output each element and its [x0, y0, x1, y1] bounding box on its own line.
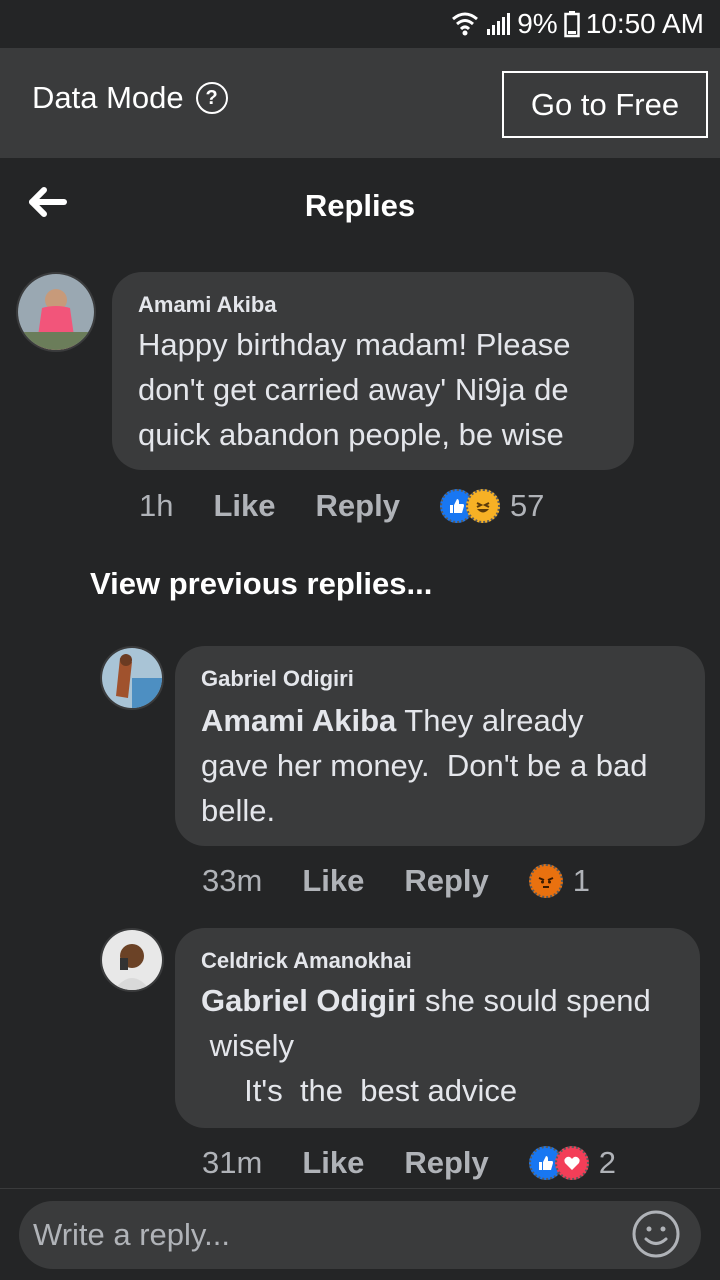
reply-button[interactable]: Reply	[404, 1145, 488, 1181]
like-button[interactable]: Like	[213, 488, 275, 524]
reply-time: 33m	[202, 863, 263, 898]
emoji-icon[interactable]	[631, 1209, 681, 1259]
angry-icon	[528, 864, 563, 898]
like-button[interactable]: Like	[302, 863, 364, 899]
battery-percent: 9%	[517, 8, 558, 39]
reactions-summary[interactable]: 2	[528, 1145, 617, 1181]
help-icon[interactable]: ?	[195, 82, 228, 114]
comment-author[interactable]: Amami Akiba	[138, 292, 277, 318]
data-mode-text: Data Mode	[32, 80, 184, 115]
comment-text: Happy birthday madam! Please don't get c…	[138, 327, 571, 452]
comment-time: 1h	[139, 488, 174, 523]
reply-bubble[interactable]: Celdrick Amanokhai Gabriel Odigiri she s…	[175, 928, 700, 1128]
reply-text-rest: wisely It's the best advice	[209, 1028, 518, 1108]
reply-bubble[interactable]: Gabriel Odigiri Amami Akiba They already…	[175, 646, 705, 846]
reply-text-line1: she sould spend	[416, 983, 651, 1018]
reply-bar: Write a reply...	[0, 1188, 720, 1280]
reply-text-line1: They already	[396, 703, 584, 738]
reaction-count: 1	[572, 863, 591, 898]
avatar-image	[18, 274, 94, 350]
battery-icon	[563, 11, 580, 38]
signal-icon	[487, 13, 511, 35]
reply-time: 31m	[202, 1145, 263, 1180]
header: Replies	[0, 158, 720, 254]
reply-author[interactable]: Celdrick Amanokhai	[201, 948, 412, 974]
reply-actions: 31m Like Reply 2	[202, 1145, 616, 1181]
reactions-summary[interactable]: 57	[439, 488, 545, 524]
reply-button[interactable]: Reply	[316, 488, 400, 524]
reply-button[interactable]: Reply	[404, 863, 488, 899]
page-title: Replies	[304, 188, 416, 223]
avatar-amami-akiba[interactable]	[16, 272, 96, 352]
comment-bubble[interactable]: Amami Akiba Happy birthday madam! Please…	[112, 272, 634, 470]
wifi-icon	[452, 12, 479, 36]
mention-amami-akiba[interactable]: Amami Akiba	[201, 703, 396, 738]
view-previous-replies-link[interactable]: View previous replies...	[90, 566, 432, 602]
reaction-count: 2	[598, 1145, 617, 1180]
reply-actions: 33m Like Reply 1	[202, 863, 590, 899]
avatar-image	[102, 930, 162, 990]
mention-gabriel-odigiri[interactable]: Gabriel Odigiri	[201, 983, 416, 1018]
reply-text: Amami Akiba They already gave her money.…	[201, 698, 648, 833]
haha-icon	[465, 489, 500, 523]
go-to-free-button[interactable]: Go to Free	[502, 71, 708, 138]
reply-input[interactable]: Write a reply...	[19, 1201, 701, 1269]
love-icon	[554, 1146, 589, 1180]
clock: 10:50 AM	[585, 8, 704, 39]
comment-actions: 1h Like Reply 57	[139, 488, 544, 524]
reactions-summary[interactable]: 1	[528, 863, 591, 899]
avatar-gabriel-odigiri[interactable]	[100, 646, 164, 710]
like-button[interactable]: Like	[302, 1145, 364, 1181]
reaction-count: 57	[509, 488, 545, 523]
reply-text-rest: gave her money. Don't be a bad belle.	[201, 748, 648, 828]
data-mode-label[interactable]: Data Mode ?	[32, 80, 228, 116]
reply-author[interactable]: Gabriel Odigiri	[201, 666, 354, 692]
avatar-image	[102, 648, 162, 708]
data-mode-banner: Data Mode ? Go to Free	[0, 48, 720, 158]
status-bar: 9% 10:50 AM	[0, 0, 720, 48]
reply-placeholder: Write a reply...	[33, 1217, 230, 1252]
avatar-celdrick-amanokhai[interactable]	[100, 928, 164, 992]
reply-text: Gabriel Odigiri she sould spend wisely I…	[201, 978, 651, 1113]
